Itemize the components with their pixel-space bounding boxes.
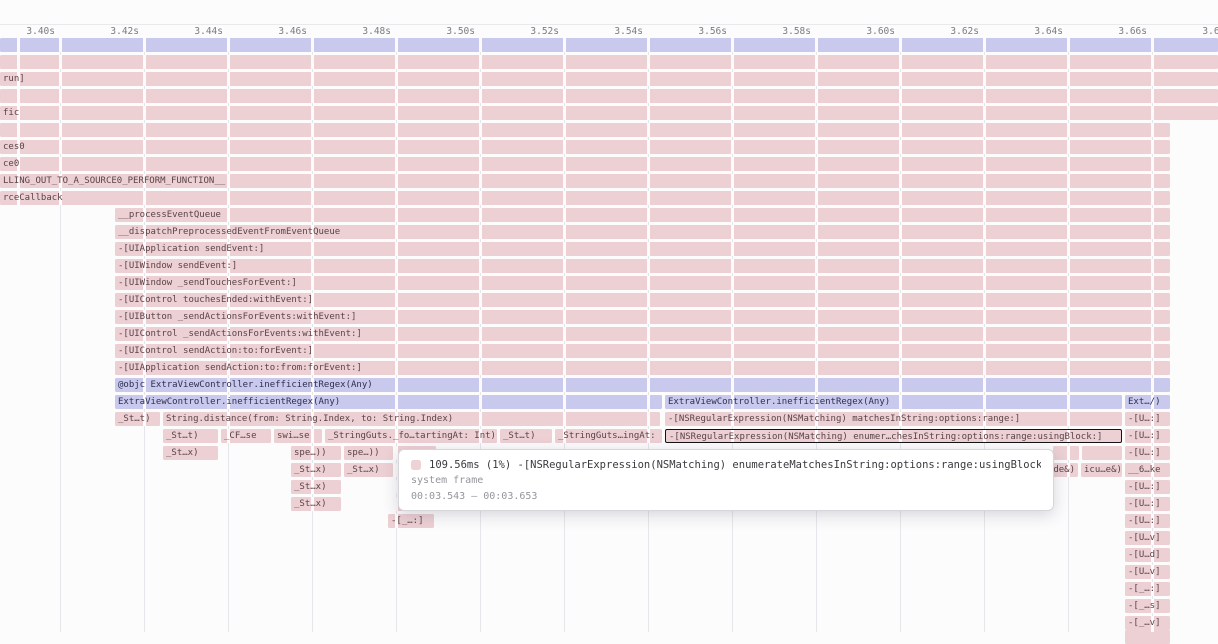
flame-bar[interactable]: Ext…/): [1125, 395, 1170, 409]
flame-bar[interactable]: [1125, 630, 1170, 644]
flame-bar[interactable]: [0, 123, 1170, 137]
flame-bar[interactable]: _St…x): [291, 480, 341, 494]
flame-bar[interactable]: rceCallback: [0, 191, 1170, 205]
flame-bar[interactable]: [1082, 446, 1122, 460]
flame-bar[interactable]: -[U…:]: [1125, 514, 1170, 528]
flame-bar[interactable]: -[UIApplication sendEvent:]: [115, 242, 1170, 256]
flame-bar[interactable]: -[UIControl sendAction:to:forEvent:]: [115, 344, 1170, 358]
flame-bar[interactable]: ces0: [0, 140, 1170, 154]
flame-bar[interactable]: _StringGuts._fo…tartingAt: Int): [325, 429, 497, 443]
flame-bar[interactable]: _St…x): [344, 463, 393, 477]
flame-bar[interactable]: -[_…:]: [388, 514, 434, 528]
flame-bar[interactable]: -[U…v]: [1125, 531, 1170, 545]
flame-graph: run] fic ces0 ce0 LLING_OUT_TO_A_SOURCE0_PER…: [0, 0, 1218, 632]
flame-bar[interactable]: __dispatchPreprocessedEventFromEventQueu…: [115, 225, 1170, 239]
flame-bar[interactable]: -[UIWindow _sendTouchesForEvent:]: [115, 276, 1170, 290]
flame-bar[interactable]: [0, 38, 1218, 52]
flame-bar[interactable]: [0, 55, 1218, 69]
flame-bar[interactable]: __processEventQueue: [115, 208, 1170, 222]
flame-bar-selected[interactable]: -[NSRegularExpression(NSMatching) enumer…: [665, 429, 1122, 443]
flame-bar[interactable]: spe…)): [291, 446, 341, 460]
flame-bar[interactable]: -[_…v]: [1125, 616, 1170, 630]
flame-bar[interactable]: -[U…:]: [1125, 480, 1170, 494]
flame-bar[interactable]: spe…)): [344, 446, 393, 460]
flame-bar[interactable]: @objc ExtraViewController.inefficientReg…: [115, 378, 1170, 392]
flame-bar[interactable]: -[_…:]: [1125, 582, 1170, 596]
flame-bar[interactable]: _St…t): [500, 429, 552, 443]
flame-bar[interactable]: -[NSRegularExpression(NSMatching) matche…: [665, 412, 1122, 426]
flame-bar[interactable]: -[UIControl _sendActionsForEvents:withEv…: [115, 327, 1170, 341]
frame-tooltip: 109.56ms (1%) -[NSRegularExpression(NSMa…: [398, 449, 1054, 511]
flame-bar[interactable]: _St…x): [291, 463, 341, 477]
flame-bar[interactable]: ce0: [0, 157, 1170, 171]
flame-bar[interactable]: _St…t): [115, 412, 160, 426]
flame-bar[interactable]: -[UIWindow sendEvent:]: [115, 259, 1170, 273]
flame-bar[interactable]: -[U…:]: [1125, 429, 1170, 443]
flame-bar[interactable]: -[U…:]: [1125, 446, 1170, 460]
flame-bar[interactable]: _St…x): [163, 446, 218, 460]
flame-bar[interactable]: _St…x): [291, 497, 341, 511]
flame-bar[interactable]: _StringGuts…ingAt: Int): [555, 429, 662, 443]
flame-bar[interactable]: _CF…se: [221, 429, 271, 443]
flame-bar[interactable]: LLING_OUT_TO_A_SOURCE0_PERFORM_FUNCTION_…: [0, 174, 1170, 188]
flame-bar[interactable]: -[U…:]: [1125, 412, 1170, 426]
tooltip-time-range: 00:03.543 — 00:03.653: [411, 489, 1041, 505]
flame-bar[interactable]: _St…t): [163, 429, 218, 443]
tooltip-title: 109.56ms (1%) -[NSRegularExpression(NSMa…: [429, 459, 1041, 471]
flame-bar[interactable]: fic: [0, 106, 1218, 120]
flame-bar[interactable]: String.distance(from: String.Index, to: …: [163, 412, 660, 426]
flame-bar[interactable]: [1053, 446, 1079, 460]
flame-bar[interactable]: swi…se: [274, 429, 322, 443]
flame-bar[interactable]: ExtraViewController.inefficientRegex(Any…: [115, 395, 662, 409]
flame-bar[interactable]: -[UIControl touchesEnded:withEvent:]: [115, 293, 1170, 307]
flame-bar[interactable]: -[U…v]: [1125, 565, 1170, 579]
flame-bar[interactable]: -[UIButton _sendActionsForEvents:withEve…: [115, 310, 1170, 324]
frame-color-swatch-icon: [411, 460, 421, 470]
flame-bar[interactable]: run]: [0, 72, 1218, 86]
tooltip-frame-kind: system frame: [411, 473, 1041, 489]
flame-bar[interactable]: -[_…s]: [1125, 599, 1170, 613]
flame-bar[interactable]: ExtraViewController.inefficientRegex(Any…: [665, 395, 1122, 409]
flame-bar[interactable]: __6…ke: [1125, 463, 1170, 477]
flame-bar[interactable]: icu…e&): [1081, 463, 1122, 477]
flame-bar[interactable]: -[U…d]: [1125, 548, 1170, 562]
flame-bar[interactable]: -[UIApplication sendAction:to:from:forEv…: [115, 361, 1170, 375]
flame-bar[interactable]: -[U…:]: [1125, 497, 1170, 511]
flame-bar[interactable]: [0, 89, 1218, 103]
tooltip-header: 109.56ms (1%) -[NSRegularExpression(NSMa…: [411, 457, 1041, 473]
